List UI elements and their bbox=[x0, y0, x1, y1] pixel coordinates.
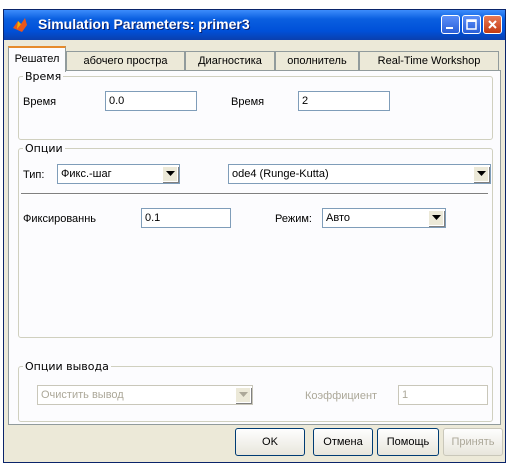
output-options-select[interactable]: Очистить вывод bbox=[37, 385, 253, 405]
mode-label: Режим: bbox=[275, 213, 312, 225]
stop-time-input[interactable]: 2 bbox=[298, 91, 390, 111]
tab-diagnostics[interactable]: Диагностика bbox=[185, 51, 275, 71]
chevron-down-icon[interactable] bbox=[428, 210, 444, 226]
window-title: Simulation Parameters: primer3 bbox=[38, 16, 250, 32]
solver-type-select[interactable]: Фикс.-шаг bbox=[57, 164, 180, 184]
minimize-icon bbox=[446, 27, 453, 29]
solver-method-select[interactable]: ode4 (Runge-Kutta) bbox=[228, 164, 491, 184]
solver-method-value: ode4 (Runge-Kutta) bbox=[232, 168, 329, 180]
minimize-button[interactable] bbox=[441, 15, 460, 34]
simulation-parameters-dialog: Simulation Parameters: primer3 Решател а… bbox=[3, 9, 506, 463]
maximize-button[interactable] bbox=[462, 15, 481, 34]
solver-type-value: Фикс.-шаг bbox=[61, 168, 112, 180]
matlab-logo-icon bbox=[12, 17, 28, 33]
solver-panel: Время Время 0.0 Время 2 Опции Тип: Фикс.… bbox=[8, 70, 501, 425]
refine-factor-input[interactable]: 1 bbox=[398, 385, 488, 405]
maximize-icon bbox=[466, 19, 477, 30]
output-options-legend: Опции вывода bbox=[23, 360, 111, 373]
close-button[interactable] bbox=[483, 15, 502, 34]
close-icon bbox=[488, 20, 497, 29]
cancel-button[interactable]: Отмена bbox=[313, 428, 373, 456]
apply-button[interactable]: Принять bbox=[443, 428, 503, 456]
stop-time-label: Время bbox=[231, 96, 265, 108]
options-divider bbox=[21, 193, 488, 195]
chevron-down-icon[interactable] bbox=[473, 166, 489, 182]
refine-factor-label: Коэффициент bbox=[305, 390, 378, 402]
options-group-legend: Опции bbox=[23, 142, 65, 155]
help-button[interactable]: Помощь bbox=[377, 428, 439, 456]
chevron-down-icon[interactable] bbox=[162, 166, 178, 182]
tab-advanced[interactable]: ополнитель bbox=[275, 51, 359, 71]
output-options-value: Очистить вывод bbox=[41, 389, 124, 401]
mode-select[interactable]: Авто bbox=[322, 208, 446, 228]
solver-type-label: Тип: bbox=[23, 169, 45, 181]
ok-button[interactable]: OK bbox=[235, 428, 305, 456]
tab-strip: Решател абочего простра Диагностика опол… bbox=[4, 43, 505, 72]
fixed-step-input[interactable]: 0.1 bbox=[141, 208, 231, 228]
mode-value: Авто bbox=[326, 212, 350, 224]
tab-real-time-workshop[interactable]: Real-Time Workshop bbox=[359, 51, 499, 71]
tab-solver[interactable]: Решател bbox=[8, 46, 66, 72]
fixed-step-label: Фиксированнь bbox=[23, 213, 97, 225]
title-bar[interactable]: Simulation Parameters: primer3 bbox=[4, 10, 505, 40]
tab-workspace-io[interactable]: абочего простра bbox=[66, 51, 185, 71]
time-group bbox=[18, 76, 493, 140]
chevron-down-icon[interactable] bbox=[235, 387, 251, 403]
start-time-input[interactable]: 0.0 bbox=[105, 91, 197, 111]
start-time-label: Время bbox=[23, 96, 57, 108]
